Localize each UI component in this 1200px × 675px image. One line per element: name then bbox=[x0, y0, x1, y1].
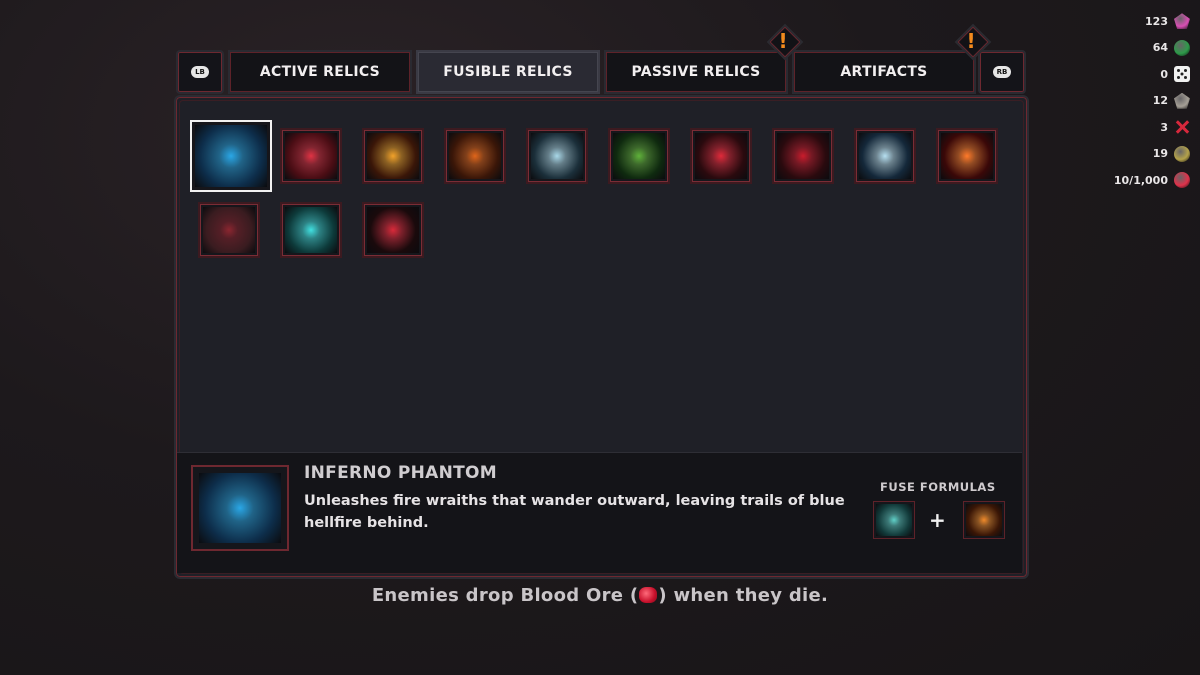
resource-row: 3 bbox=[1080, 114, 1190, 141]
hint-text: Enemies drop Blood Ore ( ) when they die. bbox=[0, 585, 1200, 606]
relic-slot-frost-spider[interactable] bbox=[526, 128, 588, 184]
relic-description: Unleashes fire wraiths that wander outwa… bbox=[304, 493, 845, 531]
die-icon bbox=[1174, 66, 1190, 83]
hint-text-after: ) when they die. bbox=[658, 585, 829, 606]
tab-label: FUSIBLE RELICS bbox=[443, 64, 573, 80]
relic-slot-lightning-strike[interactable] bbox=[280, 202, 342, 258]
relic-art-fire-breath bbox=[941, 133, 993, 179]
gray-rock-icon bbox=[1174, 92, 1190, 109]
relic-slot-meteor-shower[interactable] bbox=[444, 128, 506, 184]
relic-art-blood-cloak bbox=[777, 133, 829, 179]
hint-text-before: Enemies drop Blood Ore ( bbox=[371, 585, 639, 606]
relic-title: INFERNO PHANTOM bbox=[304, 463, 498, 483]
fuse-ingredient-a[interactable] bbox=[873, 501, 915, 539]
relic-slot-inferno-phantom[interactable] bbox=[190, 120, 272, 192]
red-cross-icon bbox=[1174, 119, 1190, 135]
tab-label: ACTIVE RELICS bbox=[259, 64, 381, 80]
resource-count: 0 bbox=[1160, 67, 1168, 81]
plus-icon: + bbox=[929, 508, 946, 532]
rb-bumper-button[interactable]: RB bbox=[978, 50, 1026, 94]
resource-count: 64 bbox=[1152, 41, 1168, 55]
tab-label: ARTIFACTS bbox=[840, 64, 928, 80]
relic-slot-fire-breath[interactable] bbox=[936, 128, 998, 184]
relic-slot-ice-shards[interactable] bbox=[854, 128, 916, 184]
resource-count: 12 bbox=[1152, 94, 1168, 108]
relic-slot-black-hole[interactable] bbox=[280, 128, 342, 184]
tab-passive-relics[interactable]: PASSIVE RELICS bbox=[604, 50, 788, 94]
resource-row: 0 bbox=[1080, 61, 1190, 88]
relic-slot-blood-spikes[interactable] bbox=[690, 128, 752, 184]
relic-art-blood-spikes bbox=[695, 133, 747, 179]
tab-label: PASSIVE RELICS bbox=[631, 64, 761, 80]
relic-slot-blood-ring[interactable] bbox=[362, 202, 424, 258]
resource-count: 3 bbox=[1160, 120, 1168, 134]
relic-art-ice-shards bbox=[859, 133, 911, 179]
relic-art-poison-cloud bbox=[613, 133, 665, 179]
blood-ore-icon bbox=[639, 587, 658, 603]
lb-button-label: LB bbox=[191, 66, 209, 78]
resource-row: 123 bbox=[1080, 8, 1190, 35]
relic-art-meteor-shower bbox=[449, 133, 501, 179]
resource-row: 64 bbox=[1080, 35, 1190, 62]
relic-slot-fire-lightning[interactable] bbox=[362, 128, 424, 184]
resource-panel: 123 64 0 12 3 19 10/1,000 bbox=[1080, 8, 1190, 194]
selected-relic-icon bbox=[191, 465, 289, 551]
relic-art-blood-ring bbox=[367, 207, 419, 253]
fuse-formulas-label: FUSE FORMULAS bbox=[880, 480, 996, 494]
resource-row: 12 bbox=[1080, 88, 1190, 115]
resource-row: 10/1,000 bbox=[1080, 167, 1190, 194]
pink-crystal-icon bbox=[1174, 13, 1190, 30]
blood-ore-icon bbox=[1174, 172, 1190, 189]
tab-fusible-relics[interactable]: FUSIBLE RELICS bbox=[416, 50, 600, 94]
tab-active-relics[interactable]: ACTIVE RELICS bbox=[228, 50, 412, 94]
relic-art-blood-eye bbox=[203, 207, 255, 253]
relic-art-inferno-phantom bbox=[195, 125, 267, 187]
tab-bar: LB ACTIVE RELICS FUSIBLE RELICS PASSIVE … bbox=[176, 23, 1026, 94]
green-orb-icon bbox=[1174, 39, 1190, 56]
relic-detail: INFERNO PHANTOM Unleashes fire wraiths t… bbox=[177, 452, 1022, 573]
exclamation-icon: ! bbox=[778, 29, 788, 53]
relic-slot-blood-eye[interactable] bbox=[198, 202, 260, 258]
exclamation-icon: ! bbox=[966, 29, 976, 53]
lb-bumper-button[interactable]: LB bbox=[176, 50, 224, 94]
resource-count: 19 bbox=[1152, 147, 1168, 161]
gold-ore-icon bbox=[1174, 145, 1190, 162]
relic-art-frost-spider bbox=[531, 133, 583, 179]
relic-slot-blood-cloak[interactable] bbox=[772, 128, 834, 184]
relic-art-fire-lightning bbox=[367, 133, 419, 179]
rb-button-label: RB bbox=[992, 66, 1012, 78]
resource-count: 123 bbox=[1145, 14, 1168, 28]
resource-count: 10/1,000 bbox=[1113, 173, 1168, 187]
relic-art-lightning-strike bbox=[285, 207, 337, 253]
tab-artifacts[interactable]: ARTIFACTS bbox=[792, 50, 976, 94]
relic-slot-poison-cloud[interactable] bbox=[608, 128, 670, 184]
relic-art-black-hole bbox=[285, 133, 337, 179]
fuse-ingredient-b[interactable] bbox=[963, 501, 1005, 539]
resource-row: 19 bbox=[1080, 141, 1190, 168]
